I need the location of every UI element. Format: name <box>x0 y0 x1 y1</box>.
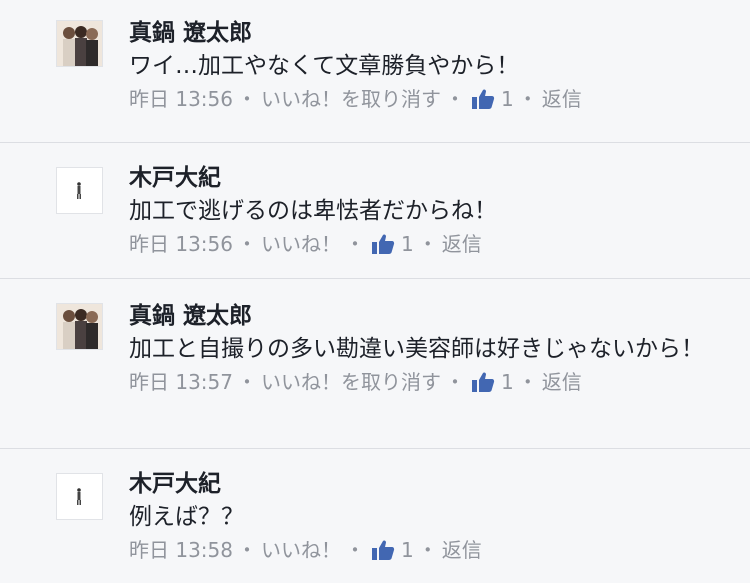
comment-meta: 昨日 13:57 ・ いいね！を取り消す ・ 1 ・ 返信 <box>129 369 710 395</box>
comment-meta: 昨日 13:56 ・ いいね！ ・ 1 ・ 返信 <box>129 231 730 257</box>
thumbs-up-icon[interactable] <box>371 539 395 561</box>
comment-item: 真鍋 遼太郎 ワイ…加工やなくて文章勝負やから！ 昨日 13:56 ・ いいね！… <box>0 0 750 142</box>
meta-separator: ・ <box>417 232 438 256</box>
comment-text: 加工で逃げるのは卑怯者だからね！ <box>129 198 497 224</box>
reply-button[interactable]: 返信 <box>442 231 482 257</box>
comment-timestamp[interactable]: 昨日 13:57 <box>129 369 233 395</box>
meta-separator: ・ <box>445 370 465 394</box>
comment-text: ワイ…加工やなくて文章勝負やから！ <box>129 53 520 79</box>
comment-thread: 真鍋 遼太郎 ワイ…加工やなくて文章勝負やから！ 昨日 13:56 ・ いいね！… <box>0 0 750 583</box>
avatar[interactable] <box>56 20 103 67</box>
like-count[interactable]: 1 <box>401 231 414 257</box>
avatar[interactable] <box>56 167 103 214</box>
unlike-button[interactable]: いいね！を取り消す <box>261 369 441 395</box>
meta-separator: ・ <box>237 87 257 111</box>
comment-author[interactable]: 木戸大紀 <box>129 163 730 193</box>
meta-separator: ・ <box>517 87 538 111</box>
comment-author[interactable]: 木戸大紀 <box>129 469 730 499</box>
meta-separator: ・ <box>517 370 538 394</box>
thumbs-up-icon[interactable] <box>471 371 495 393</box>
comment-item: 木戸大紀 例えば？？ 昨日 13:58 ・ いいね！ ・ 1 ・ 返信 <box>0 449 750 583</box>
meta-separator: ・ <box>237 370 257 394</box>
like-count[interactable]: 1 <box>401 537 414 563</box>
comment-timestamp[interactable]: 昨日 13:56 <box>129 231 233 257</box>
like-button[interactable]: いいね！ <box>261 537 341 563</box>
like-count[interactable]: 1 <box>501 369 514 395</box>
unlike-button[interactable]: いいね！を取り消す <box>261 86 441 112</box>
avatar[interactable] <box>56 473 103 520</box>
comment-author[interactable]: 真鍋 遼太郎 <box>129 18 730 48</box>
avatar[interactable] <box>56 303 103 350</box>
reply-button[interactable]: 返信 <box>542 86 582 112</box>
meta-separator: ・ <box>345 232 365 256</box>
comment-timestamp[interactable]: 昨日 13:56 <box>129 86 233 112</box>
comment-author[interactable]: 真鍋 遼太郎 <box>129 301 710 331</box>
like-button[interactable]: いいね！ <box>261 231 341 257</box>
like-count[interactable]: 1 <box>501 86 514 112</box>
meta-separator: ・ <box>445 87 465 111</box>
comment-text: 例えば？？ <box>129 504 244 530</box>
reply-button[interactable]: 返信 <box>542 369 582 395</box>
meta-separator: ・ <box>417 538 438 562</box>
reply-button[interactable]: 返信 <box>442 537 482 563</box>
comment-item: 木戸大紀 加工で逃げるのは卑怯者だからね！ 昨日 13:56 ・ いいね！ ・ … <box>0 143 750 278</box>
thumbs-up-icon[interactable] <box>371 233 395 255</box>
meta-separator: ・ <box>345 538 365 562</box>
comment-meta: 昨日 13:56 ・ いいね！を取り消す ・ 1 ・ 返信 <box>129 86 730 112</box>
thumbs-up-icon[interactable] <box>471 88 495 110</box>
meta-separator: ・ <box>237 232 257 256</box>
comment-timestamp[interactable]: 昨日 13:58 <box>129 537 233 563</box>
comment-text: 加工と自撮りの多い勘違い美容師は好きじゃないから！ <box>129 336 704 362</box>
comment-item: 真鍋 遼太郎 加工と自撮りの多い勘違い美容師は好きじゃないから！ 昨日 13:5… <box>0 279 750 448</box>
meta-separator: ・ <box>237 538 257 562</box>
comment-meta: 昨日 13:58 ・ いいね！ ・ 1 ・ 返信 <box>129 537 730 563</box>
